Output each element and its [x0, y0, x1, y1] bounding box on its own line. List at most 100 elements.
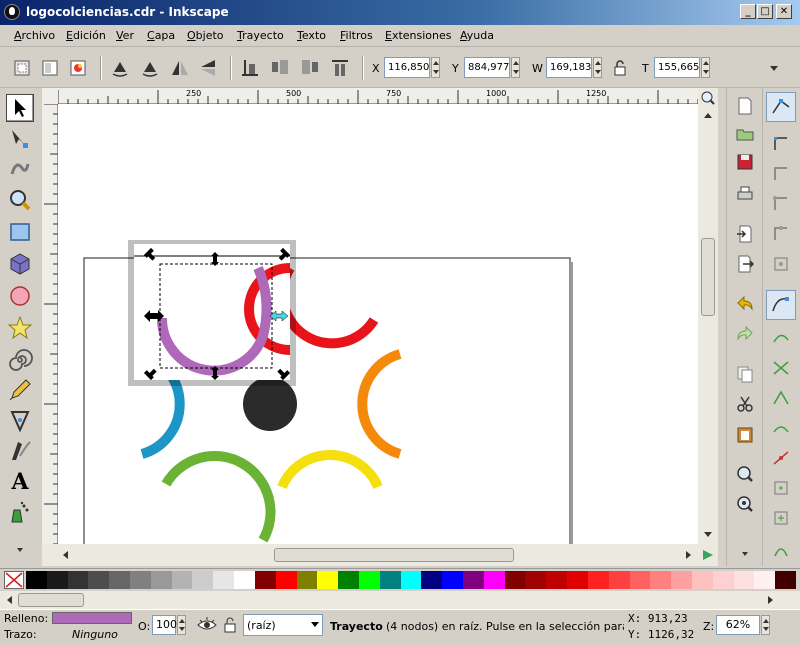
color-swatch[interactable] — [46, 571, 69, 589]
no-paint-swatch[interactable] — [4, 571, 24, 589]
undo-icon[interactable] — [735, 294, 755, 314]
color-swatch[interactable] — [234, 571, 256, 589]
color-swatch[interactable] — [88, 571, 110, 589]
h-input[interactable]: 155,665 — [654, 57, 700, 78]
ellipse-tool-icon[interactable] — [6, 282, 34, 310]
scroll-down-icon[interactable] — [702, 528, 714, 540]
raise-to-top-icon[interactable] — [240, 58, 260, 78]
export-icon[interactable] — [735, 254, 755, 274]
zoom-selection-icon[interactable] — [735, 464, 755, 484]
menu-trayecto[interactable]: Trayecto — [237, 29, 284, 42]
color-swatch[interactable] — [150, 571, 173, 589]
snap-toggle-button[interactable] — [766, 92, 796, 122]
menu-filtros[interactable]: Filtros — [340, 29, 373, 42]
paste-icon[interactable] — [735, 424, 755, 444]
color-swatch[interactable] — [775, 571, 797, 589]
star-tool-icon[interactable] — [6, 314, 34, 342]
calligraphy-tool-icon[interactable] — [6, 436, 34, 464]
rectangle-tool-icon[interactable] — [6, 218, 34, 246]
pencil-tool-icon[interactable] — [6, 376, 34, 404]
text-tool-icon[interactable]: A — [6, 468, 34, 496]
zoom-spinner[interactable] — [761, 615, 770, 635]
palette-scroll-thumb[interactable] — [18, 593, 84, 607]
print-icon[interactable] — [735, 184, 755, 204]
chevron-down-icon[interactable] — [735, 544, 755, 564]
scroll-left-icon[interactable] — [60, 549, 72, 561]
color-swatch[interactable] — [442, 571, 464, 589]
w-input[interactable]: 169,183 — [546, 57, 592, 78]
vertical-ruler[interactable] — [42, 103, 58, 545]
pen-tool-icon[interactable] — [6, 406, 34, 434]
tweak-tool-icon[interactable] — [6, 154, 34, 182]
copy-icon[interactable] — [735, 364, 755, 384]
save-icon[interactable] — [735, 152, 755, 172]
color-swatch[interactable] — [130, 571, 152, 589]
select-all-layers-icon[interactable] — [40, 58, 60, 78]
color-swatch[interactable] — [109, 571, 131, 589]
menu-archivo[interactable]: Archivo — [14, 29, 55, 42]
menu-texto[interactable]: Texto — [297, 29, 326, 42]
color-swatch[interactable] — [733, 571, 755, 589]
menu-ver[interactable]: Ver — [116, 29, 134, 42]
flip-horizontal-icon[interactable] — [170, 58, 190, 78]
snap-smooth-icon[interactable] — [771, 418, 791, 438]
lower-icon[interactable] — [300, 58, 320, 78]
chevron-down-icon[interactable] — [764, 58, 784, 78]
color-swatch[interactable] — [712, 571, 735, 589]
zoom-drawing-icon[interactable] — [735, 494, 755, 514]
stroke-indicator[interactable]: Ninguno — [72, 628, 118, 641]
horizontal-ruler[interactable]: 250 500 750 1000 1250 — [57, 88, 699, 104]
x-input[interactable]: 116,850 — [384, 57, 430, 78]
open-folder-icon[interactable] — [735, 124, 755, 144]
snap-bbox-midpoint-icon[interactable] — [771, 224, 791, 244]
color-swatch[interactable] — [67, 571, 89, 589]
x-spinner[interactable] — [431, 57, 440, 78]
cut-icon[interactable] — [735, 394, 755, 414]
color-swatch[interactable] — [171, 571, 193, 589]
horizontal-scroll-thumb[interactable] — [274, 548, 514, 562]
node-tool-icon[interactable] — [6, 124, 34, 152]
flip-vertical-icon[interactable] — [198, 58, 218, 78]
snap-bbox-corner-icon[interactable] — [771, 194, 791, 214]
fill-indicator[interactable] — [52, 612, 132, 624]
minimize-button[interactable]: _ — [740, 4, 756, 19]
color-swatch[interactable] — [754, 571, 776, 589]
lower-to-bottom-icon[interactable] — [330, 58, 350, 78]
color-swatch[interactable] — [650, 571, 672, 589]
color-swatch[interactable] — [317, 571, 339, 589]
y-spinner[interactable] — [511, 57, 520, 78]
color-swatch[interactable] — [691, 571, 714, 589]
color-swatch[interactable] — [358, 571, 381, 589]
select-all-icon[interactable] — [12, 58, 32, 78]
rotate-cw-icon[interactable] — [140, 58, 160, 78]
color-swatch[interactable] — [483, 571, 506, 589]
color-swatch[interactable] — [546, 571, 568, 589]
opacity-input[interactable]: 100 — [152, 615, 177, 635]
lock-icon[interactable] — [610, 58, 630, 78]
zoom-tool-icon[interactable] — [6, 186, 34, 214]
vertical-scrollbar[interactable] — [698, 88, 718, 544]
zoom-corner-icon[interactable] — [700, 90, 716, 106]
import-icon[interactable] — [735, 224, 755, 244]
snap-bbox-icon[interactable] — [771, 134, 791, 154]
menu-capa[interactable]: Capa — [147, 29, 175, 42]
toggle-cms-icon[interactable] — [700, 547, 716, 563]
color-swatch[interactable] — [213, 571, 235, 589]
color-swatch[interactable] — [608, 571, 630, 589]
menu-objeto[interactable]: Objeto — [187, 29, 224, 42]
maximize-button[interactable]: □ — [757, 4, 773, 19]
color-swatch[interactable] — [567, 571, 589, 589]
scroll-left-icon[interactable] — [4, 594, 16, 606]
horizontal-scrollbar[interactable] — [42, 544, 718, 566]
new-document-icon[interactable] — [735, 96, 755, 116]
snap-nodes-button[interactable] — [766, 290, 796, 320]
chevron-down-icon[interactable] — [10, 540, 30, 560]
scroll-right-icon[interactable] — [682, 549, 694, 561]
snap-midpoint-icon[interactable] — [771, 448, 791, 468]
raise-icon[interactable] — [270, 58, 290, 78]
color-swatch[interactable] — [525, 571, 547, 589]
zoom-input[interactable]: 62% — [716, 615, 760, 635]
spray-tool-icon[interactable] — [6, 500, 34, 528]
color-swatch[interactable] — [296, 571, 318, 589]
snap-rotation-center-icon[interactable] — [771, 508, 791, 528]
